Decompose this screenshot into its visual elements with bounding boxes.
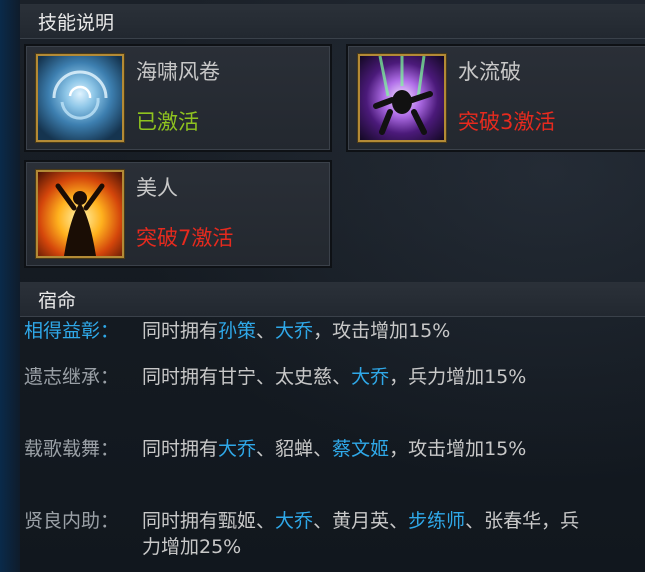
- fate-label: 贤良内助：: [24, 510, 120, 532]
- skill-status: 突破3激活: [458, 110, 556, 134]
- separator: 、: [313, 510, 333, 532]
- separator: 、: [465, 510, 485, 532]
- separator: 、: [256, 438, 276, 460]
- hero-name: 步练师: [408, 510, 466, 532]
- fate-prefix: 同时拥有: [142, 366, 219, 388]
- fate-description: 同时拥有孙策、大乔，攻击增加15%: [142, 318, 582, 344]
- hero-name: 大乔: [218, 438, 257, 460]
- skill-card-tsunami[interactable]: 海啸风卷 已激活: [24, 44, 332, 152]
- fate-prefix: 同时拥有: [142, 320, 219, 342]
- hero-name: 大乔: [275, 320, 314, 342]
- hero-name: 大乔: [351, 366, 390, 388]
- hero-name: 太史慈: [275, 366, 333, 388]
- fate-effect: ，攻击增加15%: [313, 320, 451, 342]
- fate-section-title: 宿命: [38, 290, 77, 312]
- separator: 、: [332, 366, 352, 388]
- fate-section-header: 宿命: [20, 282, 645, 317]
- hero-name: 貂蝉: [275, 438, 314, 460]
- fire-dancer-icon: [36, 170, 124, 258]
- panel-edge: [0, 0, 20, 572]
- separator: 、: [256, 510, 276, 532]
- skill-name: 水流破: [458, 60, 521, 84]
- fate-effect: ，兵力增加15%: [389, 366, 527, 388]
- separator: 、: [313, 438, 333, 460]
- hero-name: 黄月英: [332, 510, 390, 532]
- fate-prefix: 同时拥有: [142, 438, 219, 460]
- skill-card-beauty[interactable]: 美人 突破7激活: [24, 160, 332, 268]
- skill-name: 海啸风卷: [136, 60, 220, 84]
- fate-effect: ，攻击增加15%: [389, 438, 527, 460]
- fate-label: 相得益彰：: [24, 320, 120, 342]
- fate-prefix: 同时拥有: [142, 510, 219, 532]
- fate-description: 同时拥有大乔、貂蝉、蔡文姬，攻击增加15%: [142, 436, 582, 462]
- separator: 、: [256, 320, 276, 342]
- skills-section-header: 技能说明: [20, 4, 645, 39]
- separator: 、: [389, 510, 409, 532]
- hero-name: 蔡文姬: [332, 438, 390, 460]
- skill-info-panel: 技能说明 海啸风卷 已激活 水流破 突破3激活 美人 突破7激活 宿命 相得益彰…: [0, 0, 645, 572]
- skill-card-water-break[interactable]: 水流破 突破3激活: [346, 44, 645, 152]
- water-vortex-icon: [36, 54, 124, 142]
- violet-burst-icon: [358, 54, 446, 142]
- fate-description: 同时拥有甘宁、太史慈、大乔，兵力增加15%: [142, 364, 582, 390]
- hero-name: 张春华: [484, 510, 542, 532]
- hero-name: 甄姬: [218, 510, 257, 532]
- fate-description: 同时拥有甄姬、大乔、黄月英、步练师、张春华，兵力增加25%: [142, 508, 582, 560]
- skill-status: 突破7激活: [136, 226, 234, 250]
- skill-name: 美人: [136, 176, 178, 200]
- hero-name: 孙策: [218, 320, 257, 342]
- separator: 、: [256, 366, 276, 388]
- hero-name: 大乔: [275, 510, 314, 532]
- skill-status: 已激活: [136, 110, 199, 134]
- hero-name: 甘宁: [218, 366, 257, 388]
- fate-label: 遗志继承：: [24, 366, 120, 388]
- skills-section-title: 技能说明: [38, 12, 115, 34]
- fate-label: 载歌载舞：: [24, 438, 120, 460]
